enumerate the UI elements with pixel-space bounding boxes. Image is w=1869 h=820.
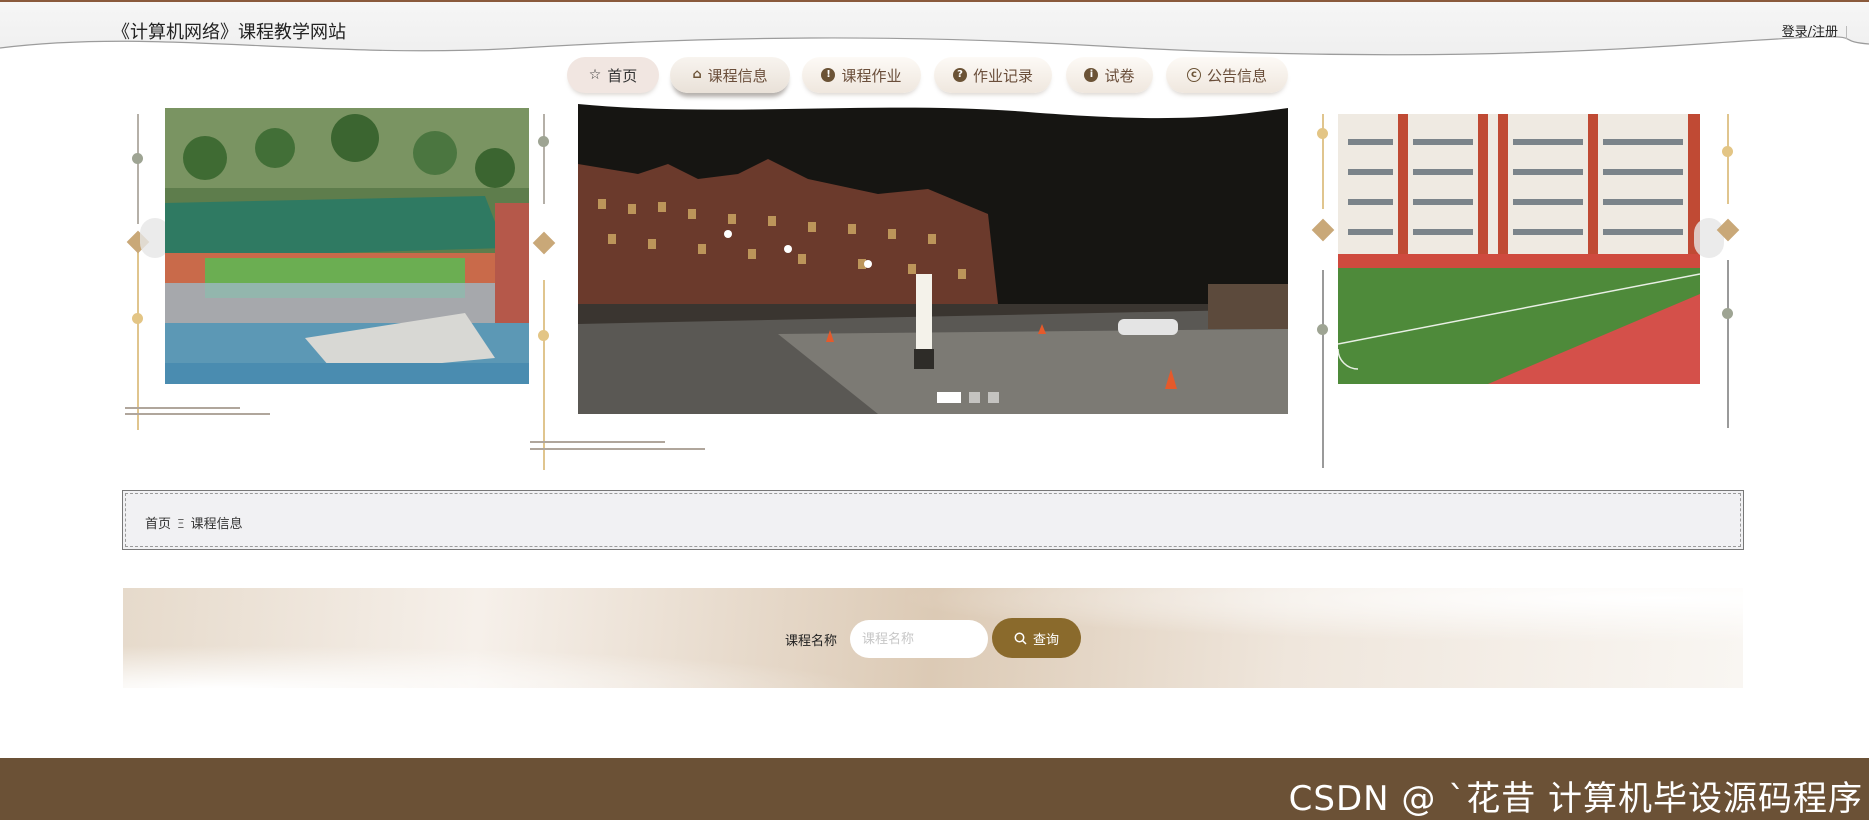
- nav-item-announcements[interactable]: c 公告信息: [1166, 57, 1288, 93]
- slide-right-image[interactable]: [1338, 114, 1700, 384]
- decor-diamond: [532, 231, 556, 255]
- breadcrumb-separator-icon: Ξ: [177, 517, 185, 531]
- decor-line: [1727, 114, 1729, 204]
- decor-line: [1727, 260, 1729, 428]
- decor-dot: [132, 153, 143, 164]
- decor-dot: [132, 313, 143, 324]
- decor-line: [137, 240, 139, 430]
- search-icon: [1014, 632, 1027, 645]
- bag-icon: ⌂: [692, 67, 702, 82]
- image-carousel: [0, 100, 1869, 480]
- decor-dot: [1317, 324, 1328, 335]
- decor-diamond: [1311, 218, 1335, 242]
- slide-left-image[interactable]: [165, 108, 529, 384]
- nav-item-course-info[interactable]: ⌂ 课程信息: [670, 57, 790, 93]
- carousel-dot-1[interactable]: [937, 392, 961, 403]
- site-header: 《计算机网络》课程教学网站 登录/注册: [0, 2, 1869, 60]
- csdn-watermark: CSDN @ ˋ花昔 计算机毕设源码程序: [1288, 779, 1863, 819]
- nav-label-announcements: 公告信息: [1206, 66, 1267, 85]
- decor-hline: [125, 407, 240, 409]
- login-register-link[interactable]: 登录/注册: [1782, 21, 1847, 40]
- slide-center-image[interactable]: [578, 104, 1288, 414]
- star-icon: ☆: [588, 67, 602, 83]
- decor-line: [543, 114, 545, 204]
- nav-label-exam-papers: 试卷: [1104, 66, 1135, 85]
- breadcrumb-trail: 首页 Ξ 课程信息: [145, 513, 243, 532]
- breadcrumb-current: 课程信息: [190, 517, 243, 532]
- nav-item-home[interactable]: ☆ 首页: [567, 57, 659, 93]
- decor-dot: [538, 330, 549, 341]
- night-campus-image: [578, 104, 1288, 414]
- nav-item-homework-records[interactable]: ? 作业记录: [934, 57, 1052, 93]
- carousel-pagination: [937, 392, 999, 403]
- course-name-label: 课程名称: [785, 634, 838, 649]
- decor-dot: [538, 136, 549, 147]
- decor-dot: [1722, 308, 1733, 319]
- decor-hline: [125, 413, 270, 415]
- decor-line: [1322, 270, 1324, 468]
- exclamation-icon: !: [821, 68, 836, 82]
- decor-dot: [1317, 128, 1328, 139]
- copyright-icon: c: [1186, 68, 1201, 82]
- search-button-label: 查询: [1032, 632, 1059, 648]
- nav-label-course-info: 课程信息: [707, 66, 768, 85]
- decor-line: [137, 114, 139, 224]
- breadcrumb: 首页 Ξ 课程信息: [122, 490, 1744, 550]
- nav-label-course-homework: 课程作业: [841, 66, 902, 85]
- nav-item-exam-papers[interactable]: i 试卷: [1066, 57, 1153, 93]
- site-title: 《计算机网络》课程教学网站: [112, 22, 346, 43]
- carousel-dot-3[interactable]: [988, 392, 999, 403]
- carousel-next-arrow[interactable]: [1694, 218, 1724, 258]
- question-icon: ?: [952, 68, 967, 82]
- page-footer: CSDN @ ˋ花昔 计算机毕设源码程序: [0, 758, 1869, 820]
- search-button[interactable]: 查询: [992, 618, 1081, 658]
- decor-hline: [530, 448, 705, 450]
- login-divider: [1846, 26, 1847, 39]
- decor-dot: [1722, 146, 1733, 157]
- campus-aerial-image: [165, 108, 529, 384]
- nav-item-course-homework[interactable]: ! 课程作业: [802, 57, 921, 93]
- breadcrumb-border: [125, 493, 1741, 547]
- login-register-label[interactable]: 登录/注册: [1782, 25, 1838, 40]
- sports-field-image: [1338, 114, 1700, 384]
- decor-hline: [530, 441, 665, 443]
- nav-label-home: 首页: [607, 66, 638, 85]
- carousel-dot-2[interactable]: [969, 392, 980, 403]
- breadcrumb-home-link[interactable]: 首页: [145, 517, 171, 532]
- info-icon: i: [1084, 68, 1099, 82]
- course-name-input[interactable]: [850, 620, 988, 658]
- nav-label-homework-records: 作业记录: [972, 66, 1033, 85]
